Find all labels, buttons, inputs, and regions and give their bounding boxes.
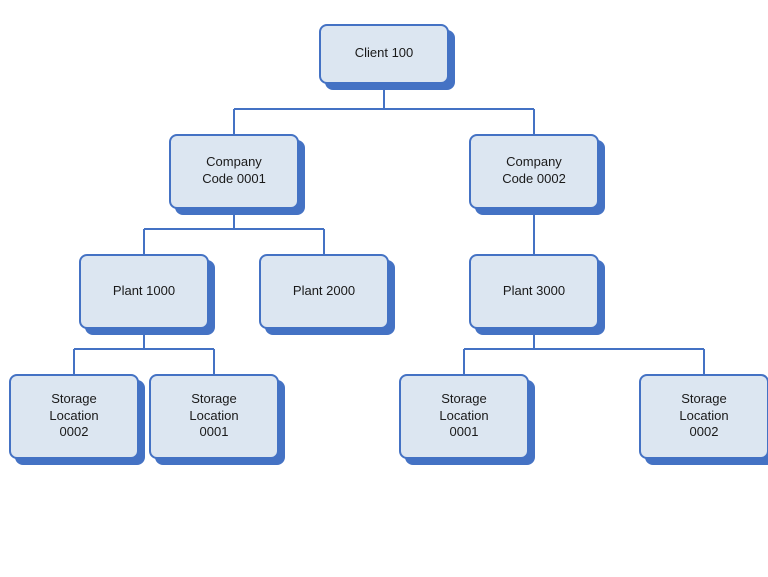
client-node: Client 100 (319, 24, 449, 84)
plant1-node: Plant 1000 (79, 254, 209, 329)
storage4-node: Storage Location 0002 (639, 374, 768, 459)
storage2-box: Storage Location 0001 (149, 374, 279, 459)
storage2-node: Storage Location 0001 (149, 374, 279, 459)
plant1-box: Plant 1000 (79, 254, 209, 329)
client-label: Client 100 (355, 45, 414, 62)
storage1-node: Storage Location 0002 (9, 374, 139, 459)
storage3-box: Storage Location 0001 (399, 374, 529, 459)
plant2-box: Plant 2000 (259, 254, 389, 329)
plant3-node: Plant 3000 (469, 254, 599, 329)
company1-label: Company Code 0001 (202, 154, 266, 188)
company2-node: Company Code 0002 (469, 134, 599, 209)
company2-label: Company Code 0002 (502, 154, 566, 188)
plant3-label: Plant 3000 (503, 283, 565, 300)
storage2-label: Storage Location 0001 (189, 391, 238, 442)
plant2-node: Plant 2000 (259, 254, 389, 329)
plant2-label: Plant 2000 (293, 283, 355, 300)
client-box: Client 100 (319, 24, 449, 84)
storage1-label: Storage Location 0002 (49, 391, 98, 442)
plant3-box: Plant 3000 (469, 254, 599, 329)
storage1-box: Storage Location 0002 (9, 374, 139, 459)
storage3-label: Storage Location 0001 (439, 391, 488, 442)
storage3-node: Storage Location 0001 (399, 374, 529, 459)
storage4-box: Storage Location 0002 (639, 374, 768, 459)
org-tree: Client 100 Company Code 0001 Company Cod… (14, 9, 754, 569)
company1-node: Company Code 0001 (169, 134, 299, 209)
storage4-label: Storage Location 0002 (679, 391, 728, 442)
company1-box: Company Code 0001 (169, 134, 299, 209)
company2-box: Company Code 0002 (469, 134, 599, 209)
plant1-label: Plant 1000 (113, 283, 175, 300)
